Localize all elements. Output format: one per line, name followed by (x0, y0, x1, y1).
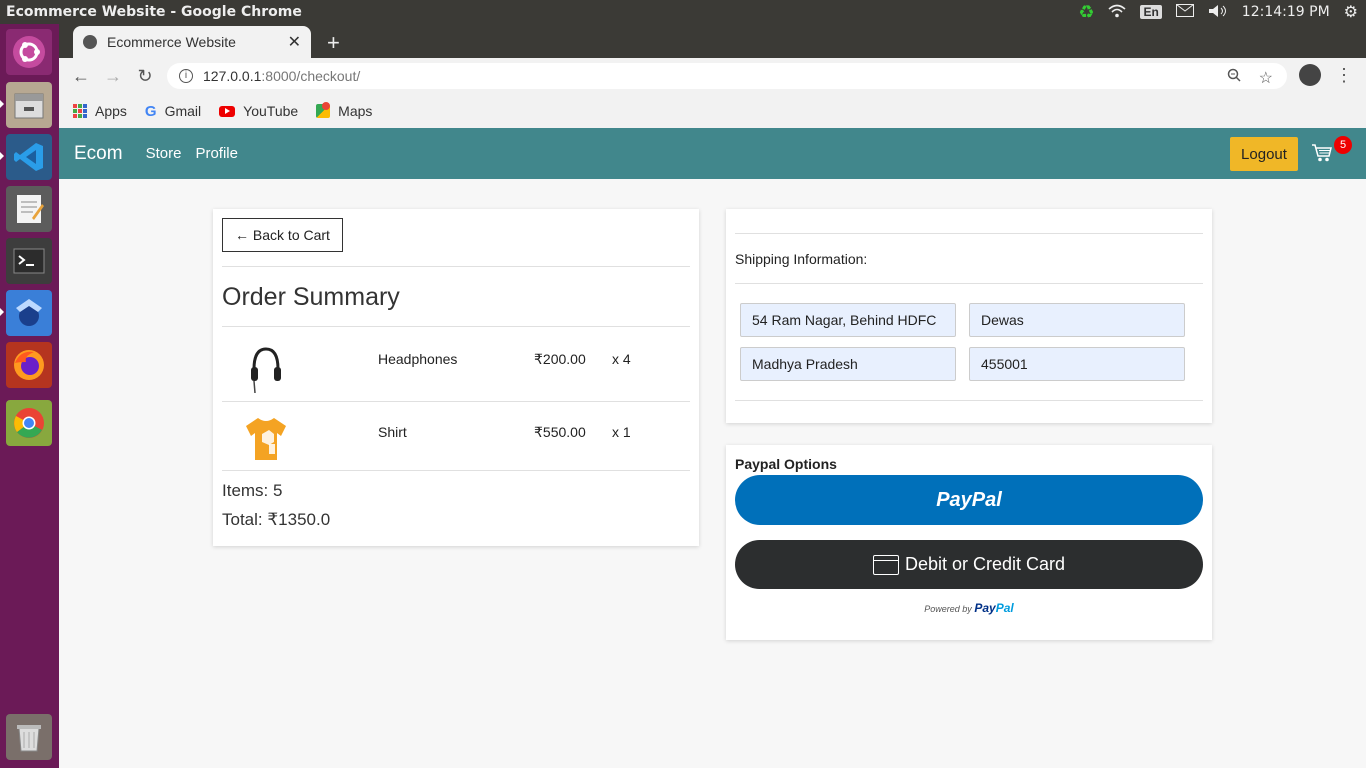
bookmark-label: Gmail (164, 103, 202, 119)
bookmark-maps[interactable]: Maps (316, 102, 373, 119)
reload-icon[interactable]: ↻ (129, 66, 161, 87)
recycle-icon[interactable]: ♻ (1078, 2, 1094, 23)
address-field[interactable]: 54 Ram Nagar, Behind HDFC (740, 303, 956, 337)
mail-icon[interactable] (1175, 4, 1194, 20)
powered-by-text: Powered by (924, 604, 972, 614)
apps-grid-icon (73, 104, 87, 118)
logout-button[interactable]: Logout (1230, 137, 1298, 171)
wifi-icon[interactable] (1108, 4, 1126, 21)
youtube-icon (219, 105, 236, 117)
browser-toolbar: ← → ↻ i 127.0.0.1:8000/checkout/ ☆ ⋮ (59, 58, 1366, 94)
paypal-logo-pal: Pal (995, 601, 1014, 615)
window-title: Ecommerce Website - Google Chrome (6, 4, 302, 20)
menu-kebab-icon[interactable]: ⋮ (1335, 65, 1353, 86)
clock[interactable]: 12:14:19 PM (1242, 4, 1330, 20)
bookmark-label: Maps (338, 103, 373, 119)
terminal-icon[interactable] (6, 238, 52, 284)
site-navbar: Ecom Store Profile Logout 5 (59, 128, 1366, 179)
cart-row: Headphones ₹200.00 x 4 (222, 333, 690, 401)
globe-icon (83, 35, 97, 49)
settings-gear-icon[interactable]: ⚙ (1344, 2, 1358, 22)
ubuntu-icon[interactable] (6, 29, 52, 75)
nav-link-store[interactable]: Store (146, 145, 182, 162)
bookmark-youtube[interactable]: YouTube (219, 103, 298, 119)
order-summary-title: Order Summary (222, 283, 400, 311)
shirt-image (242, 414, 290, 466)
paypal-button[interactable]: PayPal (735, 475, 1203, 525)
paypal-options-title: Paypal Options (735, 456, 837, 472)
firefox-icon[interactable] (6, 342, 52, 388)
forward-arrow-icon[interactable]: → (97, 66, 129, 87)
browser-tab-strip: Ecommerce Website ✕ + (59, 24, 1366, 58)
order-total: Total: ₹1350.0 (222, 510, 331, 529)
bookmark-label: Apps (95, 103, 127, 119)
files-icon[interactable] (6, 82, 52, 128)
item-quantity: x 1 (612, 424, 631, 440)
vscode-icon[interactable] (6, 134, 52, 180)
debit-credit-card-button[interactable]: Debit or Credit Card (735, 540, 1203, 589)
divider (222, 470, 690, 471)
state-field[interactable]: Madhya Pradesh (740, 347, 956, 381)
app-icon[interactable] (6, 290, 52, 336)
chrome-icon[interactable] (6, 400, 52, 446)
divider (735, 233, 1203, 234)
zoom-icon[interactable] (1227, 68, 1241, 88)
cart-count-badge: 5 (1334, 136, 1352, 154)
google-icon: G (144, 102, 157, 120)
site-info-icon[interactable]: i (179, 69, 193, 83)
back-arrow-icon[interactable]: ← (65, 66, 97, 87)
text-editor-icon[interactable] (6, 186, 52, 232)
browser-tab[interactable]: Ecommerce Website ✕ (73, 26, 311, 58)
os-top-bar: Ecommerce Website - Google Chrome ♻ En 1… (0, 0, 1366, 24)
divider (222, 266, 690, 267)
ubuntu-launcher (0, 24, 59, 768)
bookmark-gmail[interactable]: G Gmail (145, 103, 201, 120)
address-bar[interactable]: i 127.0.0.1:8000/checkout/ ☆ (167, 63, 1287, 89)
order-summary-box: ← Back to Cart Order Summary Headphones … (213, 209, 699, 546)
keyboard-layout-indicator[interactable]: En (1140, 5, 1162, 19)
cart-row: Shirt ₹550.00 x 1 (222, 406, 690, 474)
nav-link-profile[interactable]: Profile (195, 145, 238, 162)
new-tab-button[interactable]: + (327, 30, 340, 56)
page-content: Ecom Store Profile Logout 5 ← Back to Ca… (59, 128, 1366, 768)
item-name: Shirt (378, 424, 407, 440)
credit-card-icon (872, 554, 899, 575)
url-path: :8000/checkout/ (261, 68, 361, 84)
system-tray: ♻ En 12:14:19 PM ⚙ (1078, 2, 1366, 23)
tab-title: Ecommerce Website (107, 34, 236, 50)
card-button-label: Debit or Credit Card (904, 554, 1066, 574)
item-quantity: x 4 (612, 351, 631, 367)
powered-by-paypal: Powered by PayPal (726, 601, 1212, 615)
shipping-info-label: Shipping Information: (735, 251, 868, 267)
back-to-cart-button[interactable]: ← Back to Cart (222, 218, 343, 252)
bookmark-label: YouTube (243, 103, 299, 119)
trash-icon[interactable] (6, 714, 52, 760)
volume-icon[interactable] (1208, 4, 1228, 21)
items-count: Items: 5 (222, 481, 283, 500)
shipping-form-box: Shipping Information: 54 Ram Nagar, Behi… (726, 209, 1212, 423)
divider (735, 400, 1203, 401)
bookmark-star-icon[interactable]: ☆ (1259, 68, 1273, 88)
brand-link[interactable]: Ecom (74, 143, 123, 165)
item-price: ₹550.00 (534, 424, 586, 440)
item-price: ₹200.00 (534, 351, 586, 367)
divider (222, 326, 690, 327)
tab-close-icon[interactable]: ✕ (288, 32, 301, 52)
url-host: 127.0.0.1 (203, 68, 262, 84)
paypal-logo: PayPal (974, 601, 1013, 615)
payment-options-box: Paypal Options PayPal Debit or Credit Ca… (726, 445, 1212, 640)
profile-avatar-icon[interactable] (1299, 64, 1321, 86)
bookmarks-bar: Apps G Gmail YouTube Maps (59, 94, 1366, 128)
bookmark-apps[interactable]: Apps (73, 103, 127, 119)
zipcode-field[interactable]: 455001 (969, 347, 1185, 381)
city-field[interactable]: Dewas (969, 303, 1185, 337)
cart-icon[interactable] (1311, 143, 1333, 163)
divider (735, 283, 1203, 284)
maps-icon (316, 102, 331, 118)
headphones-image (242, 341, 290, 394)
paypal-logo-pay: Pay (974, 601, 996, 615)
divider (222, 401, 690, 402)
item-name: Headphones (378, 351, 458, 367)
